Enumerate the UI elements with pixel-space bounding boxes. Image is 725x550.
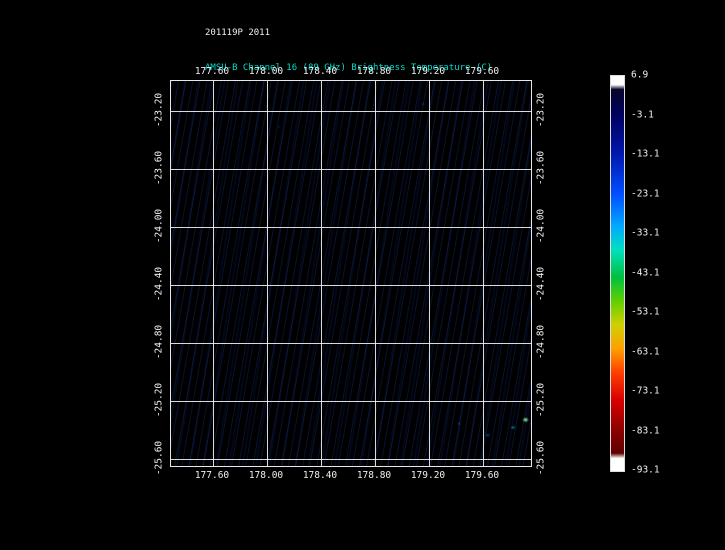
grid-line-horizontal xyxy=(171,169,531,170)
y-tick-label-left: -23.60 xyxy=(153,150,165,186)
colorbar-tick-label: -3.1 xyxy=(631,109,654,120)
x-tick-label-top: 178.00 xyxy=(248,66,284,77)
y-tick-label-right: -24.40 xyxy=(535,266,547,302)
y-tick-label-left: -24.40 xyxy=(153,266,165,302)
colorbar-tick-label: -83.1 xyxy=(631,425,660,436)
map-plot-area xyxy=(170,80,532,467)
satellite-product-screen: 201119P 2011 AMSU-B Channel 16 (89 GHz) … xyxy=(0,0,725,550)
colorbar-tick-label: -73.1 xyxy=(631,385,660,397)
x-tick-label-bottom: 179.60 xyxy=(464,470,500,481)
colorbar-tick-label: -13.1 xyxy=(631,148,660,160)
colorbar-tick-label: -23.1 xyxy=(631,188,660,199)
y-tick-label-left: -25.60 xyxy=(153,440,165,476)
product-id: 201119P 2011 xyxy=(205,28,271,38)
grid-line-horizontal xyxy=(171,343,531,344)
x-tick-label-bottom: 177.60 xyxy=(194,470,230,481)
grid-line-vertical xyxy=(375,81,376,466)
colorbar-tick-label: -53.1 xyxy=(631,306,660,318)
grid-line-vertical xyxy=(213,81,214,466)
colorbar-tick-label: -63.1 xyxy=(631,346,660,357)
y-tick-label-right: -24.00 xyxy=(535,208,547,244)
y-tick-label-right: -23.60 xyxy=(535,150,547,186)
grid-line-vertical xyxy=(321,81,322,466)
colorbar-tick-label: -93.1 xyxy=(631,464,660,476)
y-tick-label-left: -24.80 xyxy=(153,324,165,360)
y-tick-label-right: -23.20 xyxy=(535,92,547,128)
grid-line-horizontal xyxy=(171,285,531,286)
grid-line-vertical xyxy=(483,81,484,466)
colorbar-tick-label: -33.1 xyxy=(631,227,660,239)
brightness-temperature-field xyxy=(171,81,531,466)
x-tick-label-top: 178.80 xyxy=(356,66,392,77)
y-tick-label-left: -25.20 xyxy=(153,382,165,418)
x-tick-label-top: 178.40 xyxy=(302,66,338,77)
colorbar-tick-label: -43.1 xyxy=(631,267,660,278)
grid-line-horizontal xyxy=(171,111,531,112)
x-tick-label-top: 179.20 xyxy=(410,66,446,77)
x-tick-label-top: 177.60 xyxy=(194,66,230,77)
y-tick-label-right: -24.80 xyxy=(535,324,547,360)
grid-line-vertical xyxy=(429,81,430,466)
colorbar-tick-label: 6.9 xyxy=(631,69,649,81)
y-tick-label-right: -25.20 xyxy=(535,382,547,418)
x-tick-label-bottom: 179.20 xyxy=(410,470,446,481)
colorbar-gradient xyxy=(610,75,625,472)
x-tick-label-bottom: 178.40 xyxy=(302,470,338,481)
grid-line-horizontal xyxy=(171,459,531,460)
x-tick-label-bottom: 178.00 xyxy=(248,470,284,481)
grid-line-horizontal xyxy=(171,227,531,228)
grid-line-vertical xyxy=(267,81,268,466)
x-tick-label-bottom: 178.80 xyxy=(356,470,392,481)
x-tick-label-top: 179.60 xyxy=(464,66,500,77)
grid-line-horizontal xyxy=(171,401,531,402)
y-tick-label-left: -24.00 xyxy=(153,208,165,244)
y-tick-label-right: -25.60 xyxy=(535,440,547,476)
y-tick-label-left: -23.20 xyxy=(153,92,165,128)
